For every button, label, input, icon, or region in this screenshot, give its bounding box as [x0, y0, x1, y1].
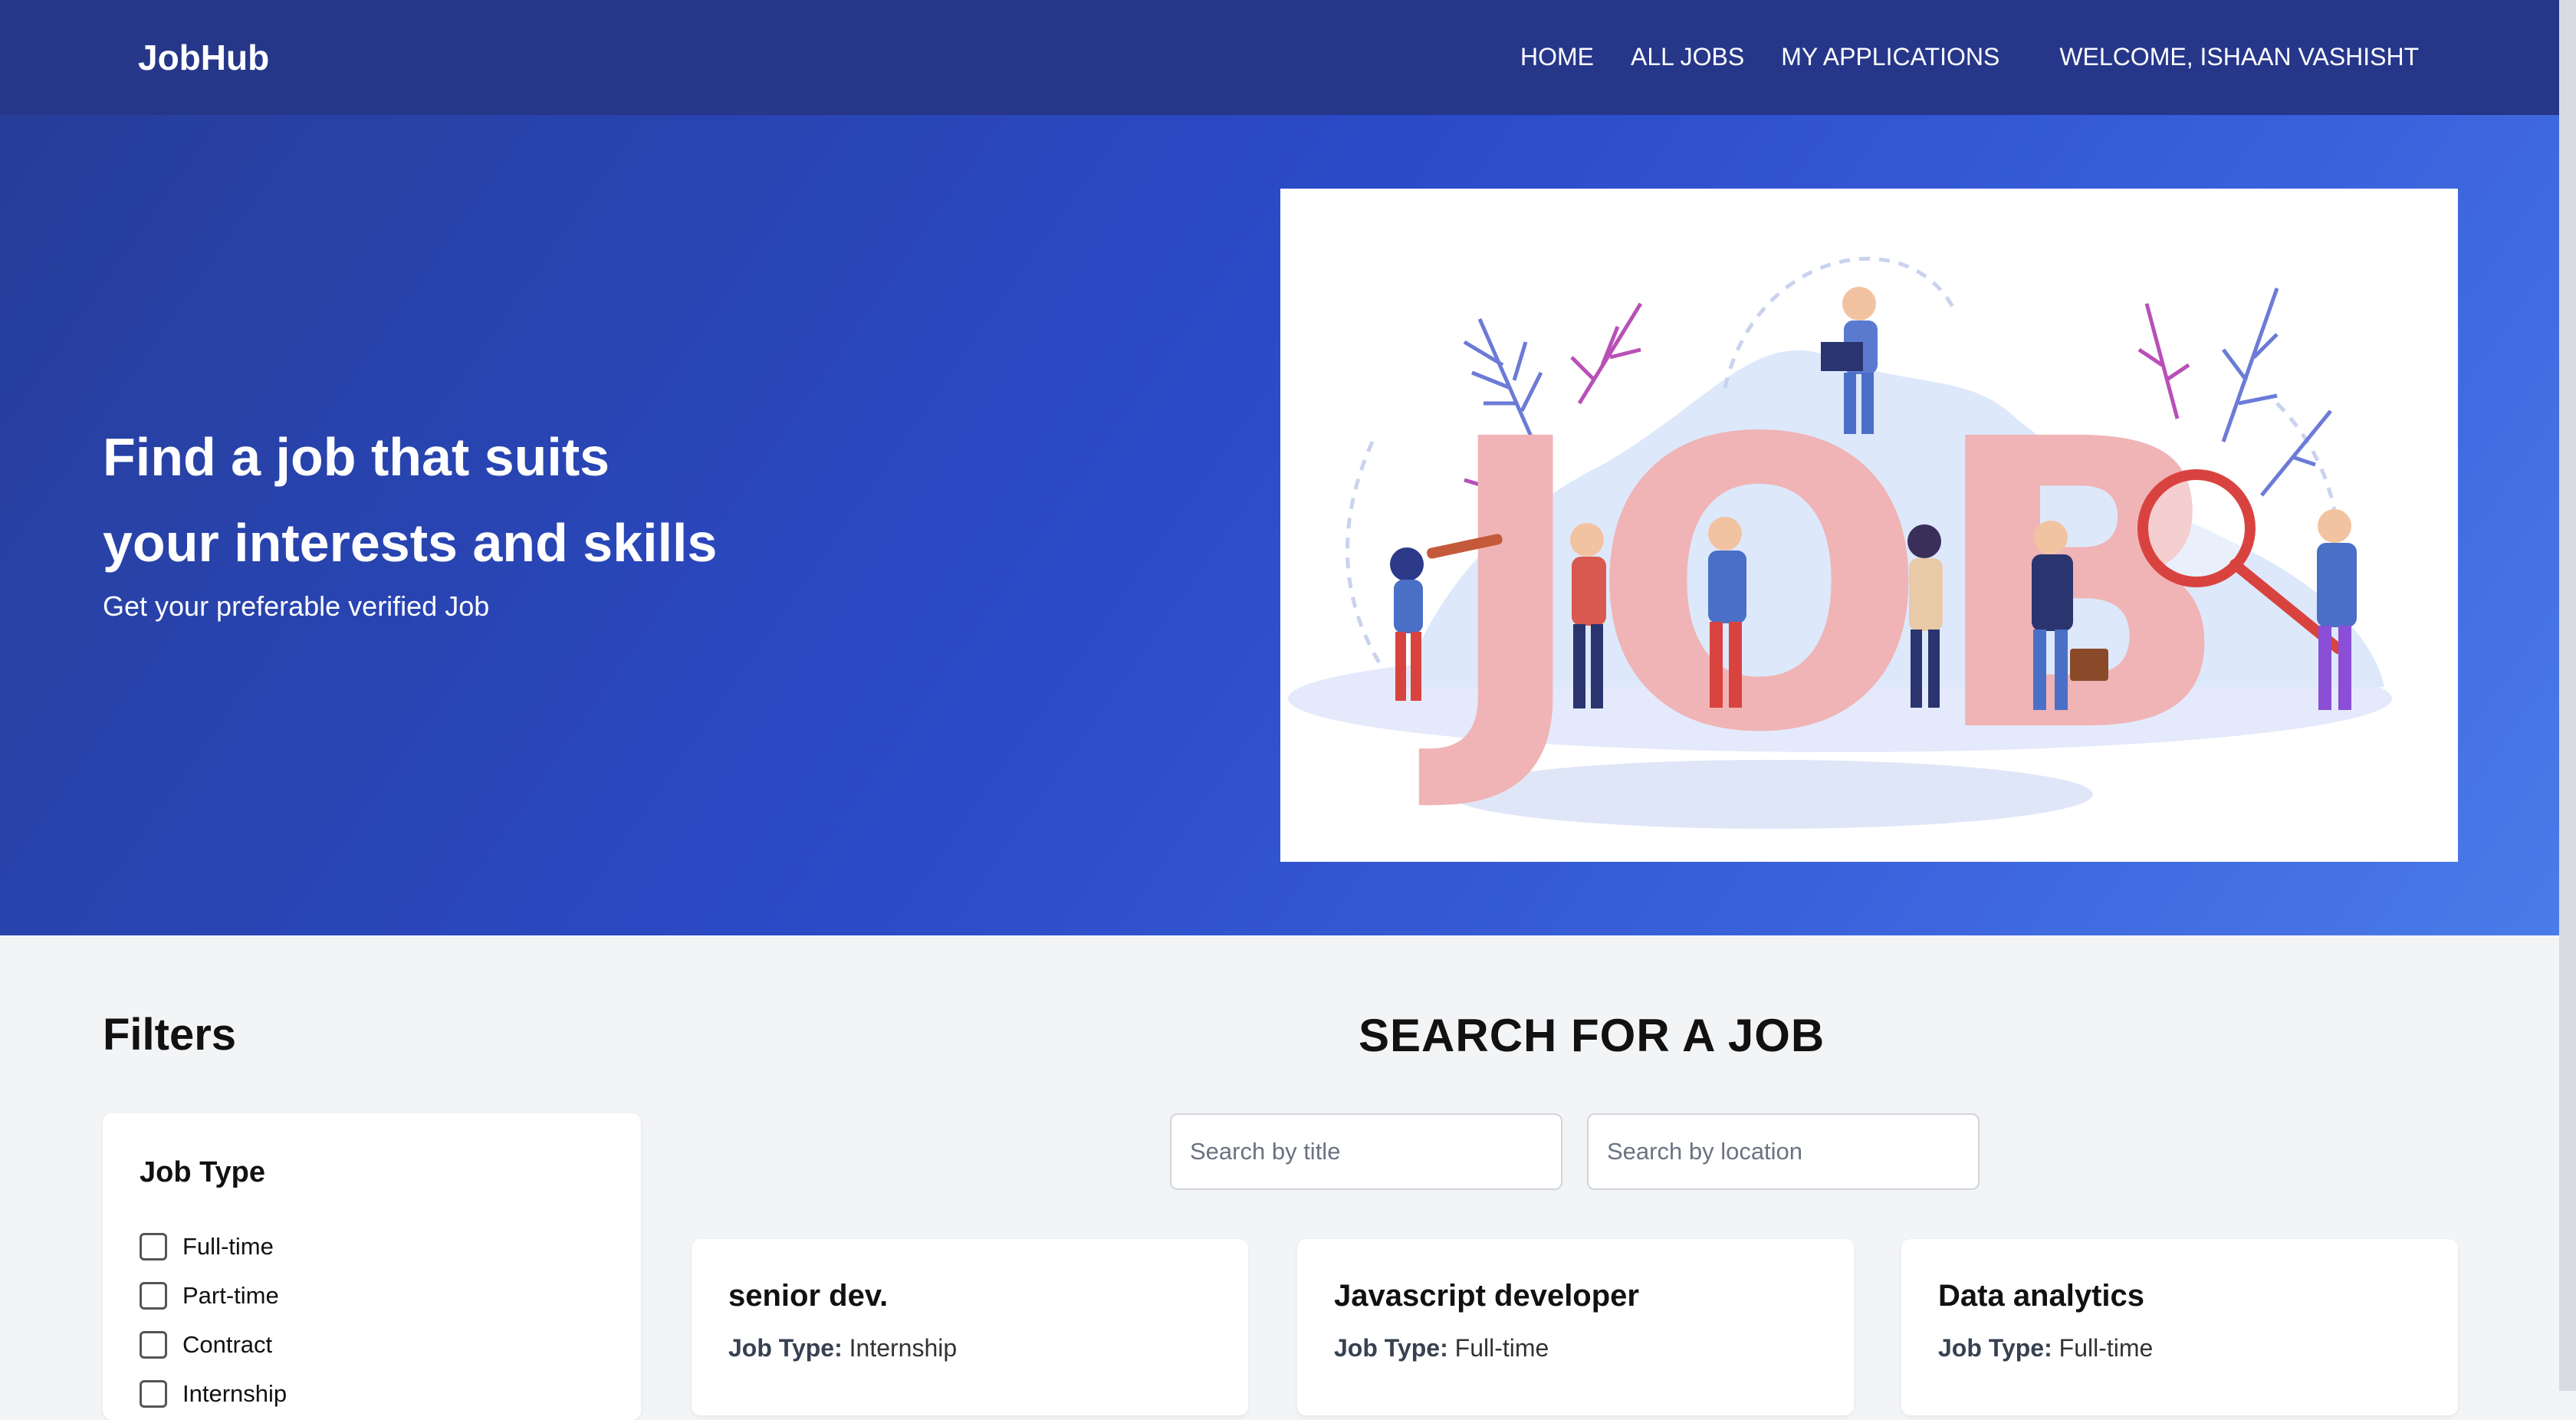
job-card[interactable]: senior dev. Job Type: Internship: [692, 1239, 1248, 1415]
job-type-heading: Job Type: [140, 1156, 265, 1188]
filters-title: Filters: [103, 1010, 237, 1060]
filter-option-full-time[interactable]: Full-time: [140, 1233, 274, 1261]
job-type: Job Type: Full-time: [1938, 1334, 2153, 1362]
nav-all-jobs-link[interactable]: ALL JOBS: [1631, 43, 1744, 71]
job-title[interactable]: Data analytics: [1938, 1279, 2144, 1313]
job-type: Job Type: Internship: [728, 1334, 957, 1362]
hero-subtitle: Get your preferable verified Job: [103, 590, 490, 622]
navbar: JobHub HOME ALL JOBS MY APPLICATIONS WEL…: [0, 0, 2559, 115]
job-letters: JOB: [1417, 355, 2233, 820]
hero-title: Find a job that suits your interests and…: [103, 414, 793, 586]
filter-option-part-time[interactable]: Part-time: [140, 1282, 279, 1310]
filter-option-contract[interactable]: Contract: [140, 1331, 272, 1359]
job-type-filter-card: Job Type Full-time Part-time Contract In…: [103, 1113, 641, 1420]
nav-my-applications-link[interactable]: MY APPLICATIONS: [1781, 43, 1999, 71]
nav-links: HOME ALL JOBS MY APPLICATIONS WELCOME, I…: [1520, 43, 2456, 71]
window-edge: [2559, 0, 2576, 1391]
site-logo[interactable]: JobHub: [138, 37, 269, 78]
filter-option-label: Internship: [182, 1380, 288, 1407]
job-type: Job Type: Full-time: [1334, 1334, 1549, 1362]
search-title: SEARCH FOR A JOB: [1359, 1010, 1825, 1061]
search-location-input[interactable]: [1587, 1113, 1980, 1190]
job-type-value: Full-time: [1454, 1334, 1549, 1362]
checkbox[interactable]: [140, 1282, 167, 1310]
filter-option-label: Full-time: [182, 1233, 274, 1260]
checkbox[interactable]: [140, 1380, 167, 1408]
job-title[interactable]: senior dev.: [728, 1279, 888, 1313]
hero-banner: Find a job that suits your interests and…: [0, 115, 2559, 935]
job-type-value: Full-time: [2058, 1334, 2154, 1362]
checkbox[interactable]: [140, 1331, 167, 1359]
job-type-label: Job Type:: [1938, 1334, 2052, 1362]
nav-home-link[interactable]: HOME: [1520, 43, 1594, 71]
job-type-label: Job Type:: [1334, 1334, 1448, 1362]
leaves-right: [2221, 288, 2332, 497]
checkbox[interactable]: [140, 1233, 167, 1261]
job-illustration-svg: JOB: [1288, 256, 2392, 829]
job-type-label: Job Type:: [728, 1334, 843, 1362]
filter-option-internship[interactable]: Internship: [140, 1380, 287, 1408]
hero-title-line-1: Find a job that suits: [103, 427, 610, 487]
job-title[interactable]: Javascript developer: [1334, 1279, 1639, 1313]
filter-option-label: Part-time: [182, 1282, 279, 1309]
filter-option-label: Contract: [182, 1331, 273, 1358]
hero-title-line-2: your interests and skills: [103, 513, 718, 573]
search-title-input[interactable]: [1170, 1113, 1562, 1190]
dashed-arc-left: [1346, 440, 1382, 666]
job-type-value: Internship: [849, 1334, 958, 1362]
hero-illustration: JOB: [1280, 189, 2458, 862]
welcome-user-text[interactable]: WELCOME, ISHAAN VASHISHT: [2059, 43, 2419, 71]
job-card[interactable]: Data analytics Job Type: Full-time: [1901, 1239, 2458, 1415]
job-card[interactable]: Javascript developer Job Type: Full-time: [1297, 1239, 1854, 1415]
